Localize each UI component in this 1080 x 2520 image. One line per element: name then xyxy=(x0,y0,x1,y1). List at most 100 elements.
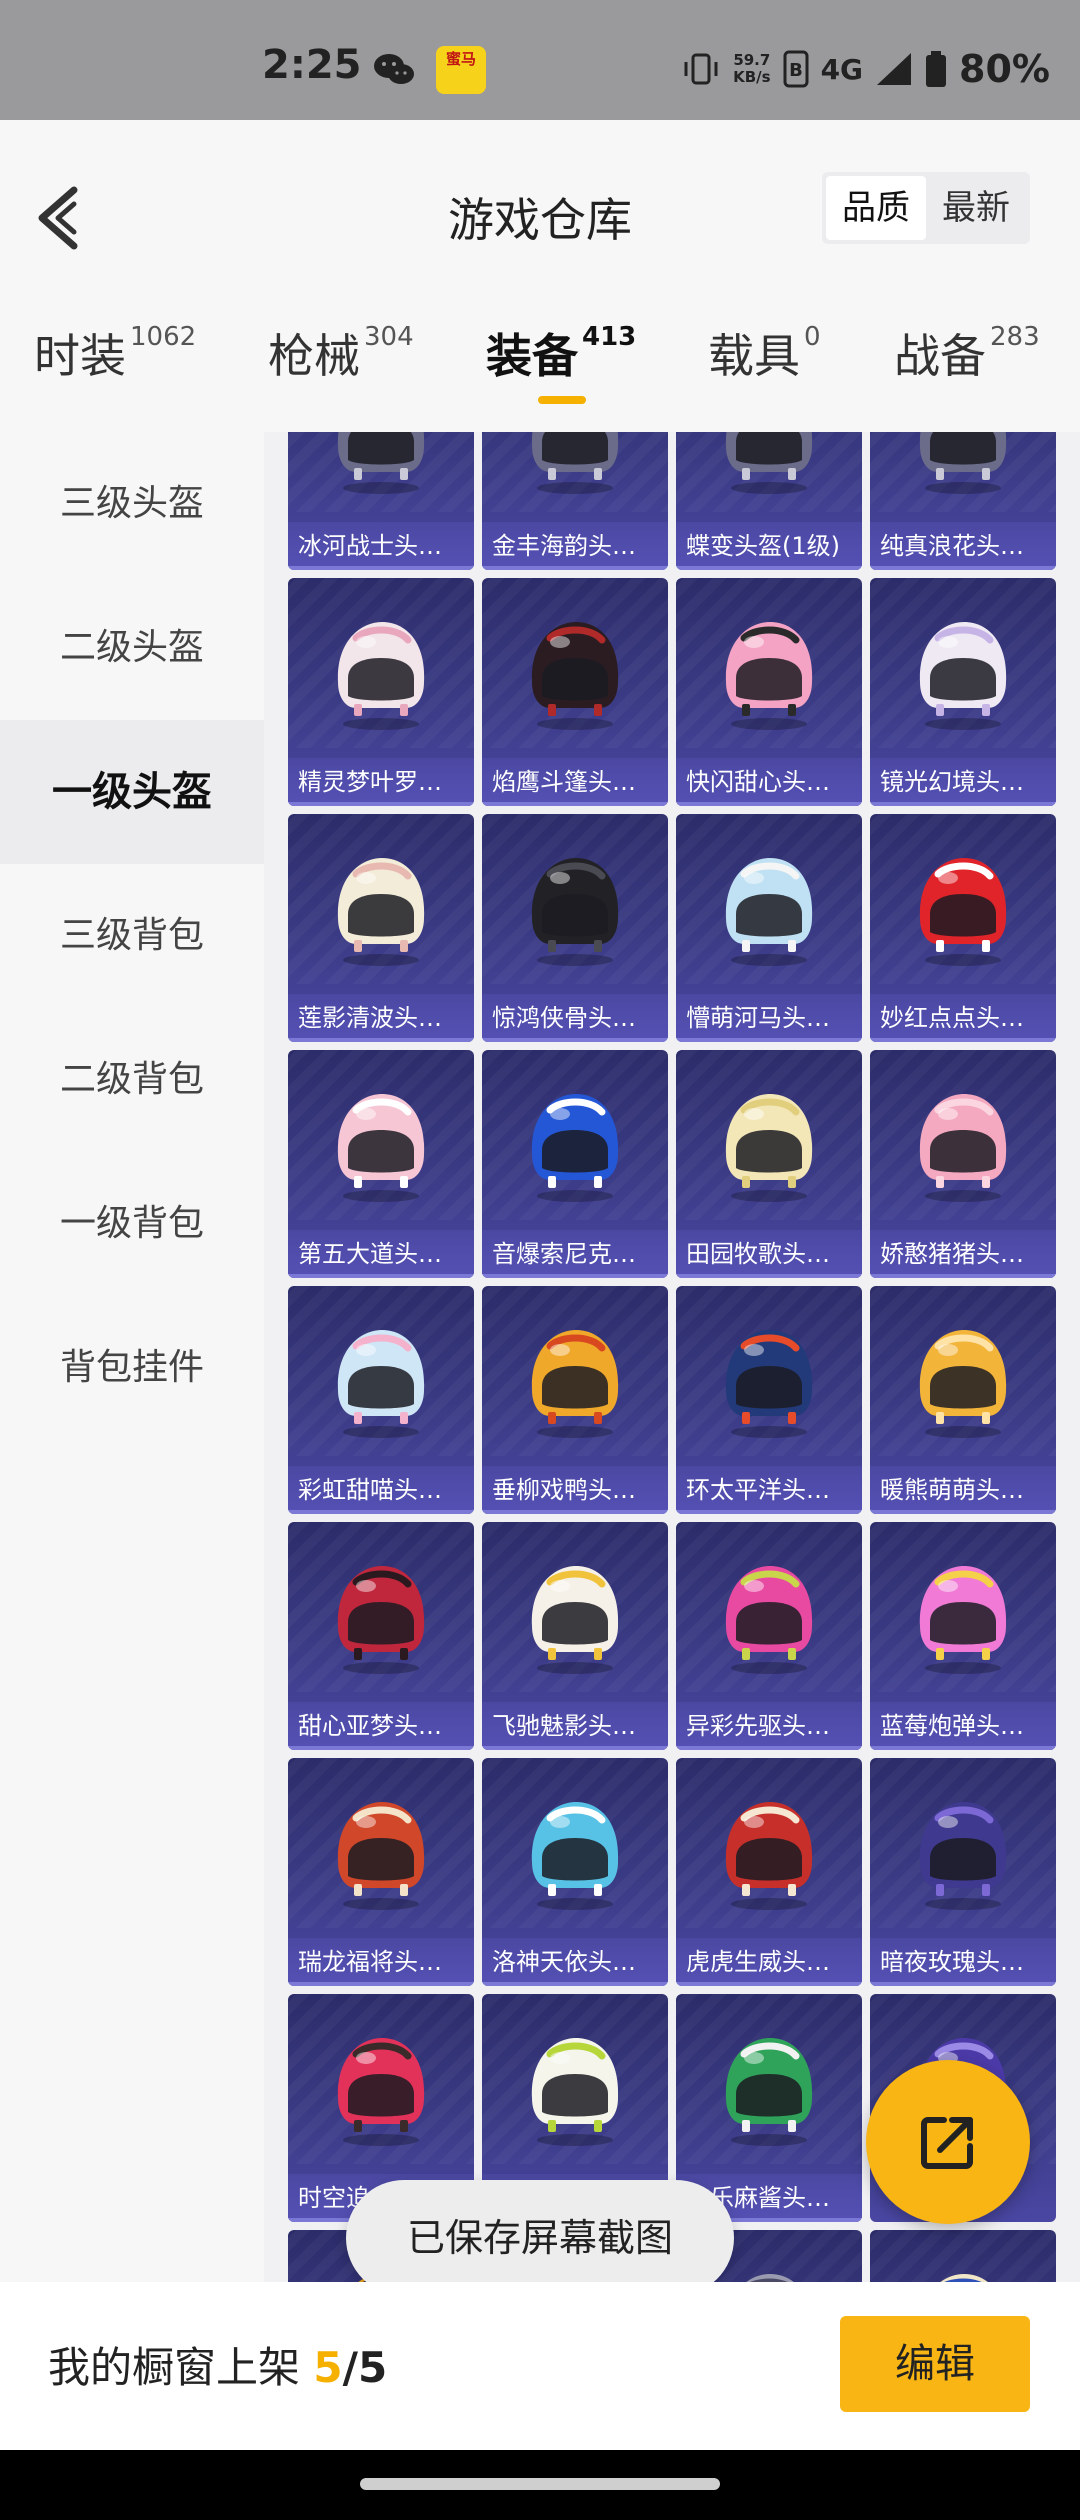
tab-firearms[interactable]: 枪械 304 xyxy=(268,320,414,410)
helmet-icon xyxy=(337,1094,425,1202)
item-name: 镜光幻境头盔... xyxy=(870,758,1056,806)
helmet-icon xyxy=(337,1566,425,1674)
status-right: 59.7 KB/s B 4G 80% xyxy=(681,44,1050,94)
item-name: 惊鸿侠骨头盔... xyxy=(482,994,668,1042)
item-card[interactable]: 田园牧歌头盔... xyxy=(676,1050,862,1278)
tab-fashion[interactable]: 时装 1062 xyxy=(34,320,196,410)
helmet-icon xyxy=(531,1094,619,1202)
item-card[interactable]: 异彩先驱头盔... xyxy=(676,1522,862,1750)
helmet-icon xyxy=(531,858,619,966)
sidebar-item-level1-backpack[interactable]: 一级背包 xyxy=(0,1152,264,1296)
helmet-icon xyxy=(531,622,619,730)
item-card[interactable]: 甜心亚梦头盔... xyxy=(288,1522,474,1750)
item-card[interactable]: 精灵梦叶罗丽... xyxy=(288,578,474,806)
sidebar-item-backpack-pendant[interactable]: 背包挂件 xyxy=(0,1296,264,1440)
sidebar-item-level2-helmet[interactable]: 二级头盔 xyxy=(0,576,264,720)
tab-count: 413 xyxy=(582,322,637,352)
helmet-icon xyxy=(746,2274,794,2282)
sidebar-item-level3-backpack[interactable]: 三级背包 xyxy=(0,864,264,1008)
item-card[interactable]: 垂柳戏鸭头盔... xyxy=(482,1286,668,1514)
item-card[interactable]: 环太平洋头盔... xyxy=(676,1286,862,1514)
item-name: 环太平洋头盔... xyxy=(676,1466,862,1514)
item-card[interactable]: 虎虎生威头盔... xyxy=(676,1758,862,1986)
net-speed: 59.7 KB/s xyxy=(733,52,770,86)
helmet-icon xyxy=(919,432,1007,494)
status-time: 2:25 xyxy=(262,42,362,88)
showcase-current: 5 xyxy=(313,2343,343,2392)
item-name: 快闪甜心头盔... xyxy=(676,758,862,806)
showcase-total: /5 xyxy=(342,2343,388,2392)
screenshot-toast: 已保存屏幕截图 xyxy=(346,2180,734,2296)
item-card[interactable]: 妙红点点头盔... xyxy=(870,814,1056,1042)
item-card[interactable]: 蝶变头盔(1级) xyxy=(676,432,862,570)
item-card[interactable]: 冰河战士头盔... xyxy=(288,432,474,570)
helmet-icon xyxy=(337,1802,425,1910)
item-name: 娇憨猪猪头盔... xyxy=(870,1230,1056,1278)
item-name: 彩虹甜喵头盔... xyxy=(288,1466,474,1514)
showcase-label: 我的橱窗上架 xyxy=(48,2343,301,2392)
item-card[interactable]: 彩虹甜喵头盔... xyxy=(288,1286,474,1514)
subcategory-sidebar: 三级头盔 二级头盔 一级头盔 三级背包 二级背包 一级背包 背包挂件 xyxy=(0,432,264,2282)
helmet-icon xyxy=(919,1802,1007,1910)
helmet-icon xyxy=(919,1094,1007,1202)
edit-button[interactable]: 编辑 xyxy=(840,2316,1030,2412)
item-card[interactable]: 飞驰魅影头盔... xyxy=(482,1522,668,1750)
helmet-icon xyxy=(337,622,425,730)
helmet-icon xyxy=(919,858,1007,966)
helmet-icon xyxy=(725,432,813,494)
item-name: 金丰海韵头盔... xyxy=(482,522,668,570)
helmet-icon xyxy=(919,622,1007,730)
tab-count: 1062 xyxy=(130,322,197,352)
item-card[interactable]: 莲影清波头盔... xyxy=(288,814,474,1042)
item-grid-scroll[interactable]: 冰河战士头盔... 金丰海韵头盔... 蝶变头盔(1级) 纯真浪花头盔... 精灵梦叶罗… xyxy=(264,432,1080,2282)
item-card[interactable]: 洛神天依头盔... xyxy=(482,1758,668,1986)
item-card[interactable]: 第五大道头盔... xyxy=(288,1050,474,1278)
item-name: 懵萌河马头盔... xyxy=(676,994,862,1042)
item-card[interactable]: 瑞龙福将头盔... xyxy=(288,1758,474,1986)
item-name: 暗夜玫瑰头盔... xyxy=(870,1938,1056,1986)
item-card[interactable]: 惊鸿侠骨头盔... xyxy=(482,814,668,1042)
item-card[interactable]: 音爆索尼克头... xyxy=(482,1050,668,1278)
item-name: 田园牧歌头盔... xyxy=(676,1230,862,1278)
sort-option-newest[interactable]: 最新 xyxy=(926,176,1026,240)
helmet-icon xyxy=(725,622,813,730)
active-tab-indicator xyxy=(538,396,586,404)
sort-option-quality[interactable]: 品质 xyxy=(826,176,926,240)
svg-text:B: B xyxy=(789,60,803,81)
helmet-icon xyxy=(919,1330,1007,1438)
tab-count: 0 xyxy=(804,322,821,352)
sidebar-item-level1-helmet[interactable]: 一级头盔 xyxy=(0,720,264,864)
home-gesture-handle[interactable] xyxy=(360,2478,720,2490)
item-card[interactable]: 焰鹰斗篷头盔... xyxy=(482,578,668,806)
item-name: 洛神天依头盔... xyxy=(482,1938,668,1986)
item-card[interactable] xyxy=(870,2230,1056,2282)
item-card[interactable]: 暖熊萌萌头盔... xyxy=(870,1286,1056,1514)
tab-count: 304 xyxy=(364,322,414,352)
item-name: 暖熊萌萌头盔... xyxy=(870,1466,1056,1514)
tab-label: 装备 xyxy=(486,329,578,383)
item-card[interactable]: 蓝莓炮弹头盔... xyxy=(870,1522,1056,1750)
item-card[interactable]: 快闪甜心头盔... xyxy=(676,578,862,806)
item-card[interactable]: 娇憨猪猪头盔... xyxy=(870,1050,1056,1278)
sidebar-item-level3-helmet[interactable]: 三级头盔 xyxy=(0,432,264,576)
tab-battle-gear[interactable]: 战备 283 xyxy=(894,320,1040,410)
item-card[interactable]: 懵萌河马头盔... xyxy=(676,814,862,1042)
item-card[interactable]: 纯真浪花头盔... xyxy=(870,432,1056,570)
app-root: 2:25 蜜马 59.7 KB/s B 4G 80% 游戏仓库 品质 最新 时装… xyxy=(0,0,1080,2520)
share-button[interactable] xyxy=(866,2060,1030,2224)
helmet-icon xyxy=(337,1330,425,1438)
tab-count: 283 xyxy=(990,322,1040,352)
net-speed-unit: KB/s xyxy=(733,68,771,86)
tab-vehicles[interactable]: 载具 0 xyxy=(708,320,821,410)
item-name: 垂柳戏鸭头盔... xyxy=(482,1466,668,1514)
item-card[interactable]: 暗夜玫瑰头盔... xyxy=(870,1758,1056,1986)
battery-level: 80% xyxy=(959,47,1050,91)
helmet-icon xyxy=(725,1566,813,1674)
item-card[interactable]: 镜光幻境头盔... xyxy=(870,578,1056,806)
item-card[interactable]: 金丰海韵头盔... xyxy=(482,432,668,570)
sidebar-item-level2-backpack[interactable]: 二级背包 xyxy=(0,1008,264,1152)
item-name: 妙红点点头盔... xyxy=(870,994,1056,1042)
item-name: 音爆索尼克头... xyxy=(482,1230,668,1278)
item-name: 精灵梦叶罗丽... xyxy=(288,758,474,806)
helmet-icon xyxy=(531,432,619,494)
